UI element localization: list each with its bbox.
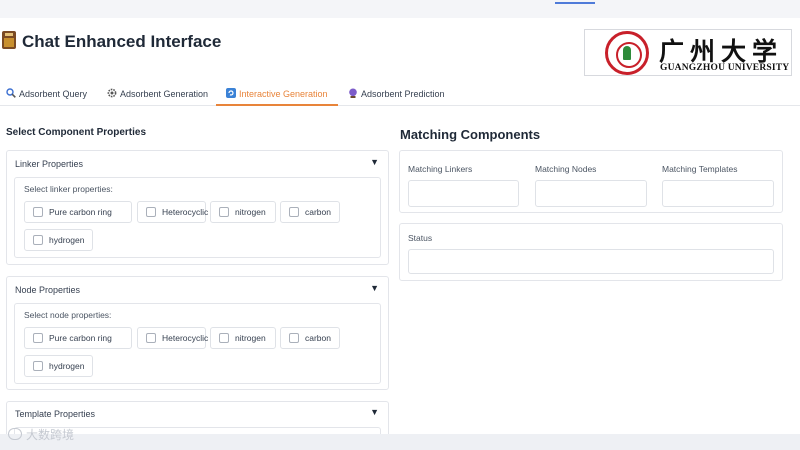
- matching-nodes-field[interactable]: [535, 180, 647, 207]
- checkbox[interactable]: [33, 333, 43, 343]
- watermark-logo-icon: [8, 428, 22, 440]
- option-label: carbon: [305, 333, 331, 343]
- checkbox[interactable]: [289, 207, 299, 217]
- matching-components-title: Matching Components: [400, 127, 541, 142]
- node-properties-header[interactable]: Node Properties: [15, 285, 80, 295]
- linker-option-nitrogen[interactable]: nitrogen: [210, 201, 276, 223]
- books-icon: [2, 31, 18, 51]
- header: Chat Enhanced Interface 广州大学 GUANGZHOU U…: [0, 28, 800, 78]
- linker-option-carbon[interactable]: carbon: [280, 201, 340, 223]
- linker-option-heterocyclic[interactable]: Heterocyclic: [137, 201, 209, 223]
- matching-linkers-field[interactable]: [408, 180, 519, 207]
- tab-label: Adsorbent Generation: [120, 89, 209, 99]
- checkbox[interactable]: [33, 207, 43, 217]
- status-field[interactable]: [408, 249, 774, 274]
- checkbox[interactable]: [33, 361, 43, 371]
- option-label: hydrogen: [49, 235, 85, 245]
- tab-label: Adsorbent Query: [19, 89, 88, 99]
- linker-options-group: Select linker properties: Pure carbon ri…: [14, 177, 381, 258]
- linker-option-hydrogen[interactable]: hydrogen: [24, 229, 93, 251]
- node-properties-panel: Node Properties ▼ Select node properties…: [6, 276, 389, 390]
- linker-properties-panel: Linker Properties ▼ Select linker proper…: [6, 150, 389, 265]
- watermark-text: 大数跨境: [26, 428, 75, 442]
- collapse-toggle-icon[interactable]: ▼: [370, 283, 379, 293]
- collapse-toggle-icon[interactable]: ▼: [370, 407, 379, 417]
- watermark: 大数跨境: [8, 426, 74, 443]
- option-label: carbon: [305, 207, 331, 217]
- matching-nodes-label: Matching Nodes: [535, 164, 597, 174]
- tab-interactive-generation[interactable]: Interactive Generation: [216, 82, 338, 106]
- top-bar: [0, 0, 800, 18]
- option-label: nitrogen: [235, 333, 266, 343]
- node-options-group: Select node properties: Pure carbon ring…: [14, 303, 381, 384]
- collapse-toggle-icon[interactable]: ▼: [370, 157, 379, 167]
- option-label: nitrogen: [235, 207, 266, 217]
- checkbox[interactable]: [33, 235, 43, 245]
- tab-label: Adsorbent Prediction: [361, 89, 445, 99]
- matching-linkers-label: Matching Linkers: [408, 164, 473, 174]
- top-bar-indicator: [555, 2, 595, 4]
- tab-label: Interactive Generation: [239, 89, 328, 99]
- matching-templates-label: Matching Templates: [662, 164, 738, 174]
- node-option-pure-carbon-ring[interactable]: Pure carbon ring: [24, 327, 132, 349]
- gear-icon: [107, 88, 117, 98]
- option-label: Pure carbon ring: [49, 207, 112, 217]
- node-option-nitrogen[interactable]: nitrogen: [210, 327, 276, 349]
- node-option-hydrogen[interactable]: hydrogen: [24, 355, 93, 377]
- bottom-bar: [0, 434, 800, 450]
- search-icon: [6, 88, 16, 98]
- university-seal-icon: [605, 31, 649, 75]
- status-label: Status: [408, 233, 433, 243]
- linker-group-label: Select linker properties:: [24, 184, 113, 194]
- node-option-carbon[interactable]: carbon: [280, 327, 340, 349]
- tab-adsorbent-generation[interactable]: Adsorbent Generation: [107, 82, 208, 106]
- section-title: Select Component Properties: [6, 127, 147, 138]
- page-title: Chat Enhanced Interface: [22, 32, 222, 51]
- linker-option-pure-carbon-ring[interactable]: Pure carbon ring: [24, 201, 132, 223]
- checkbox[interactable]: [146, 333, 156, 343]
- tab-bar: Adsorbent Query Adsorbent Generation Int…: [0, 82, 800, 106]
- logo-english-name: GUANGZHOU UNIVERSITY: [660, 63, 790, 73]
- crystal-ball-icon: [349, 88, 357, 98]
- checkbox[interactable]: [219, 207, 229, 217]
- checkbox[interactable]: [289, 333, 299, 343]
- node-option-heterocyclic[interactable]: Heterocyclic: [137, 327, 209, 349]
- matching-results-panel: Matching Linkers Matching Nodes Matching…: [399, 150, 783, 213]
- linker-properties-header[interactable]: Linker Properties: [15, 159, 83, 169]
- status-panel: Status: [399, 223, 783, 281]
- tab-adsorbent-query[interactable]: Adsorbent Query: [6, 82, 87, 106]
- tab-adsorbent-prediction[interactable]: Adsorbent Prediction: [348, 82, 445, 106]
- option-label: Pure carbon ring: [49, 333, 112, 343]
- node-group-label: Select node properties:: [24, 310, 112, 320]
- checkbox[interactable]: [146, 207, 156, 217]
- template-properties-header[interactable]: Template Properties: [15, 409, 95, 419]
- checkbox[interactable]: [219, 333, 229, 343]
- matching-templates-field[interactable]: [662, 180, 774, 207]
- option-label: Heterocyclic: [162, 333, 209, 343]
- university-logo: 广州大学 GUANGZHOU UNIVERSITY: [584, 29, 792, 76]
- option-label: Heterocyclic: [162, 207, 209, 217]
- option-label: hydrogen: [49, 361, 85, 371]
- refresh-icon: [226, 88, 236, 98]
